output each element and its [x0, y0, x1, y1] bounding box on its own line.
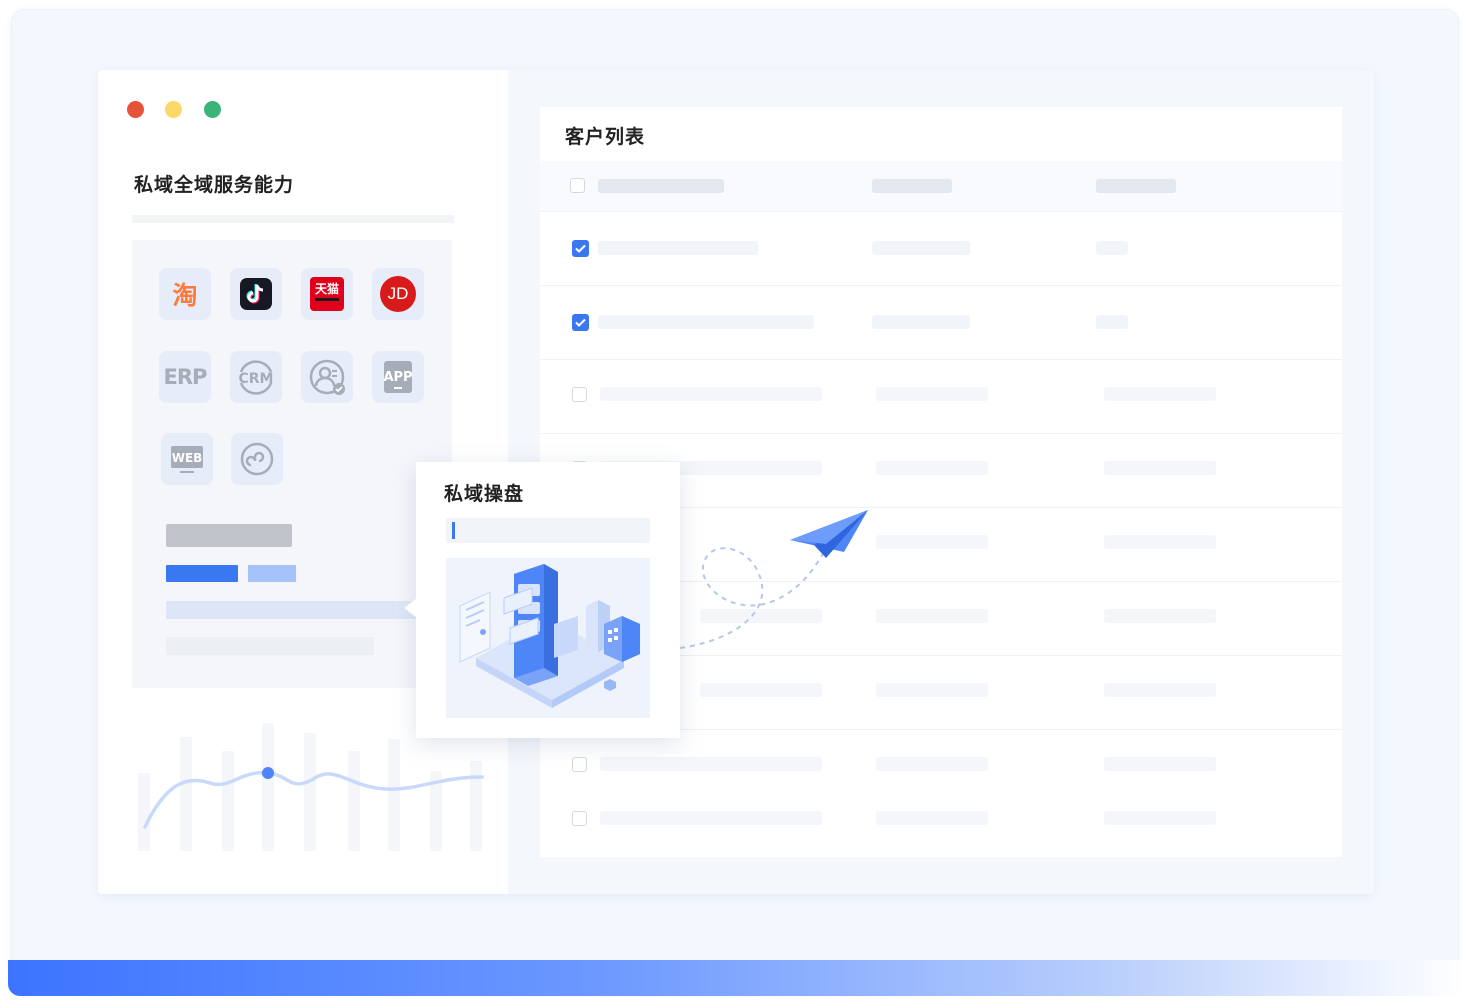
row-divider [540, 433, 1342, 434]
table-cell [1104, 609, 1216, 623]
taobao-icon[interactable]: 淘 [159, 268, 211, 320]
web-label: WEB [172, 451, 203, 465]
light-accent-bar [248, 565, 296, 582]
table-cell [598, 241, 758, 255]
header-cell [872, 179, 952, 193]
row-divider [540, 211, 1342, 212]
row-checkbox[interactable] [572, 757, 587, 772]
row-divider [540, 285, 1342, 286]
jd-label: JD [387, 284, 409, 303]
paper-plane-icon [790, 510, 868, 558]
table-cell [876, 757, 988, 771]
table-cell [1104, 683, 1216, 697]
popup-input-placeholder [446, 518, 650, 543]
row-checkbox-checked[interactable] [572, 314, 589, 331]
table-cell [1104, 461, 1216, 475]
table-cell [700, 683, 822, 697]
douyin-icon[interactable] [230, 268, 282, 320]
table-cell [600, 757, 822, 771]
window-minimize-dot[interactable] [165, 101, 182, 118]
header-cell [598, 179, 724, 193]
table-cell [600, 811, 822, 825]
crm-label: CRM [239, 371, 274, 387]
customer-list-title: 客户列表 [565, 127, 646, 148]
popup-pointer [404, 598, 417, 618]
table-cell [872, 315, 970, 329]
row-checkbox[interactable] [572, 811, 587, 826]
table-cell [876, 387, 988, 401]
row-checkbox[interactable] [572, 387, 587, 402]
table-cell [872, 241, 970, 255]
jd-icon[interactable]: JD [372, 268, 424, 320]
paper-plane-illustration [679, 510, 868, 649]
table-cell [876, 683, 988, 697]
erp-label: ERP [163, 365, 208, 389]
placeholder-bar [166, 524, 292, 547]
table-cell [1096, 241, 1128, 255]
left-panel-title: 私域全域服务能力 [134, 175, 295, 196]
header-cell [1096, 179, 1176, 193]
divider [132, 215, 454, 223]
table-cell [1104, 387, 1216, 401]
table-cell [598, 315, 814, 329]
highlight-bar [166, 601, 416, 619]
chart-point [262, 767, 274, 779]
mini-program-icon[interactable] [231, 433, 283, 485]
table-cell [1104, 757, 1216, 771]
table-cell [876, 461, 988, 475]
popup-title: 私域操盘 [444, 484, 525, 505]
crm-icon[interactable]: CRM [230, 351, 282, 403]
web-icon[interactable]: WEB [161, 433, 213, 485]
placeholder-bar [166, 637, 374, 655]
user-profile-icon[interactable] [301, 351, 353, 403]
tmall-icon[interactable]: 天猫 [301, 268, 353, 320]
window-maximize-dot[interactable] [204, 101, 221, 118]
text-cursor [452, 522, 455, 539]
erp-icon[interactable]: ERP [159, 351, 211, 403]
app-label: APP [383, 370, 412, 385]
table-cell [876, 811, 988, 825]
table-cell [1104, 535, 1216, 549]
table-cell [876, 609, 988, 623]
row-checkbox-checked[interactable] [572, 240, 589, 257]
isometric-phone-illustration [459, 564, 640, 708]
row-divider [540, 359, 1342, 360]
taobao-label: 淘 [172, 281, 197, 309]
table-cell [1104, 811, 1216, 825]
tmall-label: 天猫 [314, 282, 339, 296]
table-cell [600, 387, 822, 401]
popup-illustration [446, 558, 650, 718]
window-close-dot[interactable] [127, 101, 144, 118]
select-all-checkbox[interactable] [570, 178, 585, 193]
chart-bars [138, 723, 482, 851]
table-cell [1096, 315, 1128, 329]
table-cell [876, 535, 988, 549]
bottom-gradient-bar [8, 960, 1464, 996]
accent-bar [166, 565, 238, 582]
app-icon[interactable]: APP [372, 351, 424, 403]
